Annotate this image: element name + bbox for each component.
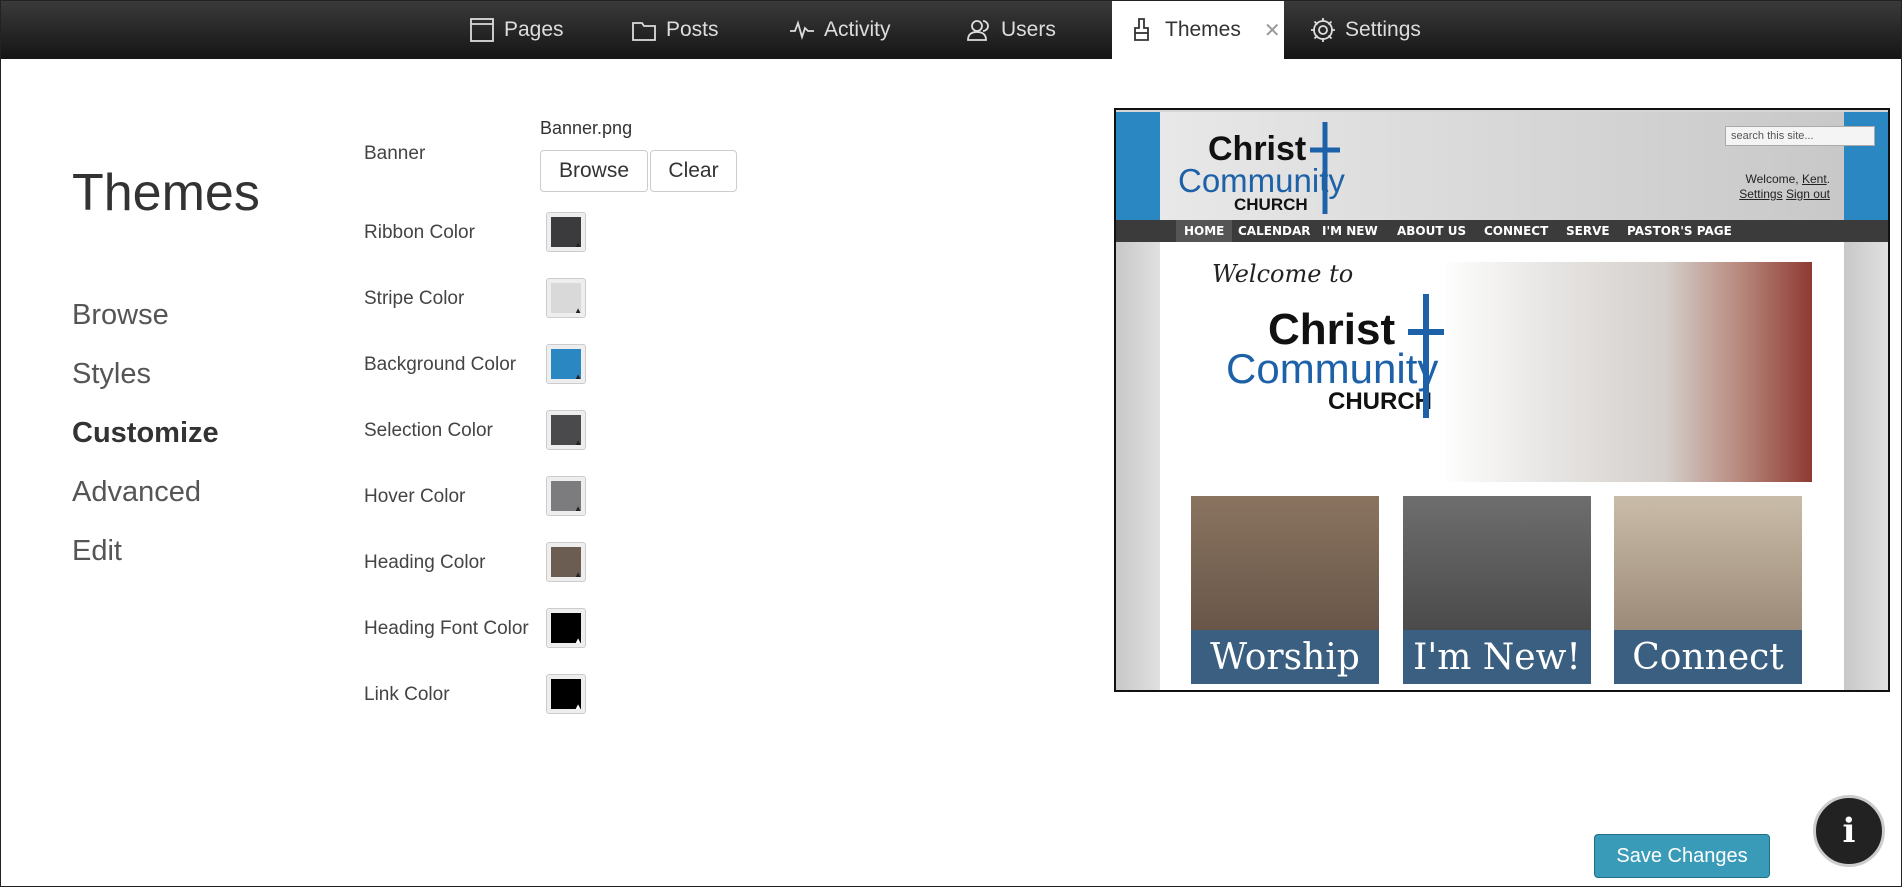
welcome-suffix: . (1826, 172, 1830, 186)
preview-header: Christ Community CHURCH search this site… (1160, 112, 1875, 220)
hover-color-label: Hover Color (364, 486, 466, 507)
tab-activity[interactable]: Activity (789, 1, 891, 59)
banner-label: Banner (364, 143, 426, 164)
preview-background-left (1116, 112, 1160, 222)
preview-nav-item: ABOUT US (1397, 224, 1467, 238)
ribbon-color-picker[interactable]: ▲ (546, 212, 586, 252)
theme-preview: Christ Community CHURCH search this site… (1114, 108, 1890, 692)
sidebar-item-customize[interactable]: Customize (72, 417, 219, 450)
stripe-color-picker[interactable]: ▲ (546, 278, 586, 318)
sidebar-item-browse[interactable]: Browse (72, 299, 169, 332)
heading-color-label: Heading Color (364, 552, 486, 573)
top-nav: Pages Posts Activity Users Themes ✕ Sett… (1, 1, 1901, 59)
tab-settings[interactable]: Settings (1310, 1, 1421, 59)
page-icon (470, 18, 494, 42)
caret-icon: ▲ (574, 438, 582, 447)
hover-color-picker[interactable]: ▲ (546, 476, 586, 516)
sidebar-item-styles[interactable]: Styles (72, 358, 151, 391)
tab-pages[interactable]: Pages (469, 1, 564, 59)
sidebar-item-edit[interactable]: Edit (72, 535, 122, 568)
caret-icon: ▲ (574, 240, 582, 249)
preview-nav-item: CALENDAR (1238, 224, 1311, 238)
welcome-user-link: Kent (1801, 172, 1827, 186)
heading-font-color-picker[interactable]: ▲ (546, 608, 586, 648)
caret-icon: ▲ (574, 372, 582, 381)
preview-nav-item: I'M NEW (1322, 224, 1378, 238)
ribbon-color-label: Ribbon Color (364, 222, 475, 243)
close-icon[interactable]: ✕ (1264, 18, 1281, 43)
tab-label: Themes (1165, 18, 1241, 41)
banner-filename: Banner.png (540, 118, 633, 138)
browse-button[interactable]: Browse (540, 150, 648, 192)
tab-label: Pages (504, 18, 564, 41)
heading-font-color-label: Heading Font Color (364, 618, 529, 639)
card-caption: Connect (1614, 630, 1802, 684)
activity-icon (790, 20, 814, 41)
caret-icon: ▲ (574, 504, 582, 513)
tab-themes[interactable]: Themes ✕ (1112, 1, 1284, 59)
preview-logo-christ: Christ (1208, 130, 1307, 168)
preview-card-worship: Worship (1191, 496, 1379, 684)
tab-users[interactable]: Users (966, 1, 1056, 59)
caret-icon: ▲ (574, 702, 582, 711)
caret-icon: ▲ (574, 636, 582, 645)
link-color-label: Link Color (364, 684, 450, 705)
preview-hero-photo (1446, 262, 1812, 482)
background-color-picker[interactable]: ▲ (546, 344, 586, 384)
selection-color-picker[interactable]: ▲ (546, 410, 586, 450)
preview-logo-church: CHURCH (1234, 195, 1308, 214)
stripe-color-label: Stripe Color (364, 288, 465, 309)
caret-icon: ▲ (574, 306, 582, 315)
tab-posts[interactable]: Posts (631, 1, 719, 59)
preview-welcome: Welcome, Kent. Settings Sign out (1739, 172, 1830, 202)
heading-color-picker[interactable]: ▲ (546, 542, 586, 582)
tab-label: Users (1001, 18, 1056, 41)
gear-icon (1311, 18, 1335, 42)
preview-signout-link: Sign out (1785, 187, 1830, 201)
page-title: Themes (72, 164, 260, 222)
preview-nav-item: CONNECT (1484, 224, 1549, 238)
preview-body: Welcome to Christ Community CHURCH Worsh… (1160, 242, 1844, 690)
preview-nav-item: HOME (1176, 220, 1233, 242)
link-color-picker[interactable]: ▲ (546, 674, 586, 714)
save-changes-button[interactable]: Save Changes (1594, 834, 1770, 878)
cross-icon (1408, 294, 1444, 418)
folder-icon (632, 22, 656, 41)
clear-button[interactable]: Clear (650, 150, 737, 192)
preview-nav-item: PASTOR'S PAGE (1627, 224, 1732, 238)
brush-icon (1134, 18, 1149, 41)
tab-label: Activity (824, 18, 891, 41)
users-icon (967, 20, 989, 41)
preview-card-connect: Connect (1614, 496, 1802, 684)
preview-card-new: I'm New! (1403, 496, 1591, 684)
caret-icon: ▲ (574, 570, 582, 579)
card-caption: I'm New! (1403, 630, 1591, 684)
selection-color-label: Selection Color (364, 420, 493, 441)
preview-nav-item: SERVE (1566, 224, 1610, 238)
card-caption: Worship (1191, 630, 1379, 684)
info-icon[interactable]: i (1813, 795, 1885, 867)
tab-label: Settings (1345, 18, 1421, 41)
tab-label: Posts (666, 18, 719, 41)
preview-hero-welcome: Welcome to (1212, 260, 1354, 288)
cross-icon (1310, 122, 1340, 214)
preview-search-input: search this site... (1725, 126, 1875, 146)
background-color-label: Background Color (364, 354, 517, 375)
preview-settings-link: Settings (1739, 187, 1783, 201)
sidebar-item-advanced[interactable]: Advanced (72, 476, 201, 509)
welcome-prefix: Welcome, (1745, 172, 1802, 186)
